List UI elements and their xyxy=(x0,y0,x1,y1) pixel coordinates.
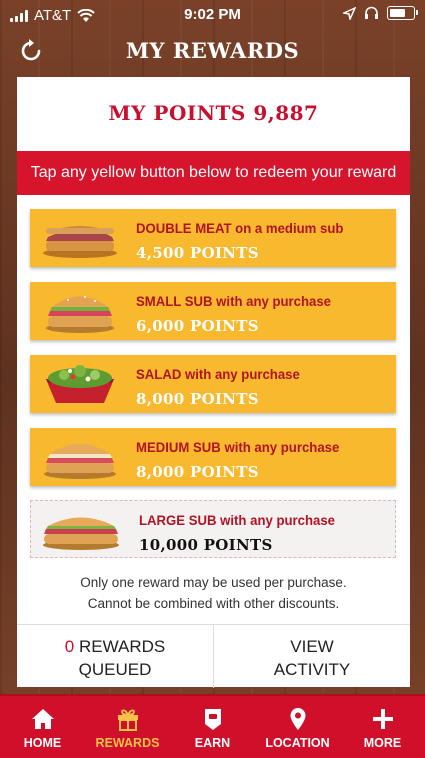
gift-icon xyxy=(117,709,138,731)
plus-icon xyxy=(372,709,393,729)
view-activity-button[interactable]: VIEW ACTIVITY xyxy=(213,625,410,688)
rewards-queued-button[interactable]: 0 REWARDS QUEUED xyxy=(17,625,213,688)
reward-medium-sub-button[interactable]: MEDIUM SUB with any purchase 8,000 POINT… xyxy=(30,428,396,486)
tab-label: LOCATION xyxy=(265,736,330,750)
reward-name: LARGE SUB with any purchase xyxy=(139,512,335,528)
bottom-tab-bar: HOME REWARDS EARN LOCATION MORE xyxy=(0,694,425,758)
status-bar: AT&T 9:02 PM xyxy=(0,0,425,30)
reward-double-meat-button[interactable]: DOUBLE MEAT on a medium sub 4,500 POINTS xyxy=(30,209,396,267)
points-display: MY POINTS 9,887 xyxy=(17,77,410,149)
reward-name: SALAD with any purchase xyxy=(136,366,300,382)
tab-label: HOME xyxy=(23,736,62,750)
tab-rewards[interactable]: REWARDS xyxy=(85,696,170,758)
location-pin-icon xyxy=(290,708,305,730)
tab-label: REWARDS xyxy=(95,736,160,750)
reward-points: 6,000 POINTS xyxy=(136,317,259,335)
reward-terms-note: Only one reward may be used per purchase… xyxy=(17,572,410,614)
reward-points: 4,500 POINTS xyxy=(136,244,259,262)
reward-points: 10,000 POINTS xyxy=(139,536,273,554)
large-sub-image xyxy=(43,517,119,550)
location-arrow-icon xyxy=(343,6,356,20)
reward-name: SMALL SUB with any purchase xyxy=(136,293,332,309)
app-header: MY REWARDS xyxy=(0,30,425,72)
reward-name: MEDIUM SUB with any purchase xyxy=(136,439,340,455)
headphones-icon xyxy=(365,6,378,19)
reward-small-sub-button[interactable]: SMALL SUB with any purchase 6,000 POINTS xyxy=(30,282,396,340)
points-label: MY POINTS xyxy=(108,101,246,125)
rewards-card: MY POINTS 9,887 Tap any yellow button be… xyxy=(17,77,410,688)
reward-points: 8,000 POINTS xyxy=(136,390,259,408)
reward-name: DOUBLE MEAT on a medium sub xyxy=(136,220,344,236)
home-icon xyxy=(31,709,54,729)
reward-salad-button[interactable]: SALAD with any purchase 8,000 POINTS xyxy=(30,355,396,413)
queued-label-2: QUEUED xyxy=(78,660,152,679)
note-line-2: Cannot be combined with other discounts. xyxy=(87,596,340,611)
double-meat-sub-image xyxy=(43,226,117,258)
queued-count: 0 xyxy=(64,637,75,656)
reward-points: 8,000 POINTS xyxy=(136,463,259,481)
queued-label-1: REWARDS xyxy=(78,637,166,656)
note-line-1: Only one reward may be used per purchase… xyxy=(80,575,347,590)
salad-image xyxy=(46,365,114,403)
activity-label-2: ACTIVITY xyxy=(273,660,351,679)
medium-sub-image xyxy=(44,444,116,479)
activity-label-1: VIEW xyxy=(290,637,334,656)
battery-icon xyxy=(387,6,418,20)
earn-tag-icon xyxy=(204,709,221,730)
card-footer: 0 REWARDS QUEUED VIEW ACTIVITY xyxy=(17,624,410,688)
reward-large-sub-button: LARGE SUB with any purchase 10,000 POINT… xyxy=(30,500,396,558)
small-sub-image xyxy=(46,296,114,333)
redeem-instructions-banner: Tap any yellow button below to redeem yo… xyxy=(17,151,410,195)
tab-location[interactable]: LOCATION xyxy=(255,696,340,758)
tab-home[interactable]: HOME xyxy=(0,696,85,758)
points-value: 9,887 xyxy=(253,101,319,125)
tab-earn[interactable]: EARN xyxy=(170,696,255,758)
tab-label: MORE xyxy=(363,736,402,750)
tab-more[interactable]: MORE xyxy=(340,696,425,758)
tab-label: EARN xyxy=(194,736,231,750)
page-title: MY REWARDS xyxy=(125,38,300,63)
